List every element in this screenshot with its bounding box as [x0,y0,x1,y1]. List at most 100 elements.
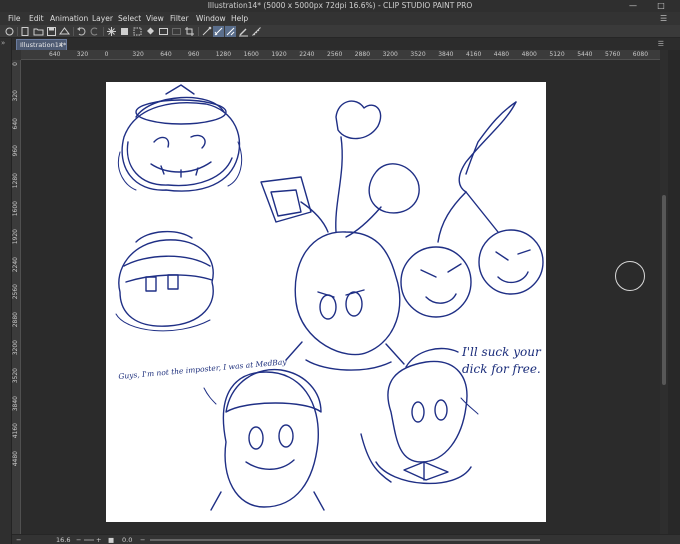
selection-icon[interactable] [158,26,169,37]
ruler-top-label: 2240 [299,51,315,58]
ruler-left-label: 1280 [12,173,19,189]
ruler-top-label: 960 [188,51,200,58]
ruler-left-label: 0 [12,62,19,66]
ruler-top-label: 6080 [632,51,649,58]
ruler-top-label: 3520 [410,51,426,58]
menu-window[interactable]: Window [196,12,226,25]
speech-tick [203,387,217,405]
ruler-top-label: 4480 [493,51,510,58]
expand-chevron-icon[interactable]: » [1,38,5,48]
zoom-value[interactable]: 16.6 [56,535,70,544]
vertical-scrollbar[interactable] [660,50,668,534]
ruler-top-label: 3840 [438,51,454,58]
ruler-top-label: 4800 [521,51,537,58]
undo-icon[interactable] [76,26,87,37]
zoom-slider[interactable] [84,539,94,541]
zoom-down-icon[interactable]: − [76,535,81,544]
ruler-left-label: 3200 [12,340,19,356]
menu-filter[interactable]: Filter [170,12,189,25]
transform-icon[interactable] [132,26,143,37]
ruler-top-label: 3200 [382,51,398,58]
collapsed-palette-strip: » [0,38,12,544]
ruler-top-label: 2560 [327,51,343,58]
ruler-left-label: 4160 [12,423,19,439]
document-tab-row: Illustration14* × ☰ [12,38,680,50]
ruler-top-label: 640 [160,51,172,58]
ruler-left-label: 2240 [12,256,19,272]
menu-layer[interactable]: Layer [92,12,113,25]
rotate-left-icon[interactable]: − [140,535,145,544]
minimize-button[interactable]: — [626,0,640,12]
save-icon[interactable] [46,26,57,37]
open-folder-icon[interactable] [33,26,44,37]
paint-bucket-icon[interactable] [145,26,156,37]
cherry-bomb-sketch [400,101,544,318]
snap-to-special-ruler-icon[interactable] [213,26,224,37]
snap-to-grid-icon[interactable] [225,26,236,37]
zoom-in-icon[interactable]: + [96,535,101,544]
ruler-left-label: 1920 [12,228,19,245]
zoom-out-icon[interactable]: − [16,535,21,544]
menu-bar: File Edit Animation Layer Select View Fi… [0,12,680,25]
menu-file[interactable]: File [8,12,21,25]
ruler-left-label: 320 [12,89,19,102]
menu-select[interactable]: Select [118,12,141,25]
menu-toggle-icon[interactable] [4,26,15,37]
ruler-top-label: 1920 [271,51,287,58]
menu-view[interactable]: View [146,12,164,25]
close-tab-icon[interactable]: × [58,40,64,50]
caption-free: I'll suck your dick for free. [462,345,541,376]
command-bar [0,25,680,38]
ruler-top-label: 2880 [354,51,371,58]
status-bar: − 16.6 − + ■ 0.0 − [12,534,680,544]
vertical-scrollbar-thumb[interactable] [662,195,666,385]
drawing-canvas[interactable]: Guys, I'm not the imposter, I was at Med… [106,82,546,522]
menu-animation[interactable]: Animation [50,12,88,25]
fit-icon[interactable]: ■ [108,535,114,544]
menu-overflow-icon[interactable]: ☰ [660,12,667,25]
pumpkin-sketch [118,84,243,192]
ruler-left-label: 960 [12,145,19,157]
ruler-top-label: 4160 [466,51,482,58]
pen-tool-icon[interactable] [238,26,249,37]
snap-to-ruler-icon[interactable] [201,26,212,37]
plant-sprout-sketch [260,100,420,371]
deselect-icon[interactable] [171,26,182,37]
fill-icon[interactable] [119,26,130,37]
onion-creature-sketch [360,347,472,485]
rotation-slider[interactable] [150,539,540,541]
document-tab[interactable]: Illustration14* × [16,39,67,50]
speech-tick-2 [460,397,479,415]
crop-icon[interactable] [184,26,195,37]
redo-icon[interactable] [89,26,100,37]
sketch-artwork [115,84,544,511]
ruler-top-label: 5760 [605,51,621,58]
ruler-icon[interactable] [251,26,262,37]
export-icon[interactable] [59,26,70,37]
ruler-left-label: 3520 [12,367,19,384]
menu-help[interactable]: Help [231,12,248,25]
bun-creature-sketch [115,231,214,332]
tab-overflow-icon[interactable]: ☰ [658,38,664,50]
ruler-top-label: 5440 [577,51,593,58]
new-file-icon[interactable] [20,26,31,37]
ruler-left-label: 2880 [12,312,19,328]
vertical-ruler: 0 320 640 960 1280 1600 1920 2240 2560 2880 3200 35… [12,60,21,534]
ruler-corner [12,50,21,60]
clear-layer-icon[interactable] [106,26,117,37]
ruler-left-label: 2560 [12,284,19,300]
horizontal-ruler: 640 320 0 320 640 960 1280 1600 1920 2240 2560 2880… [21,50,660,60]
ruler-top-label: 5120 [549,51,565,58]
egg-creature-sketch [210,368,325,511]
ruler-top-label: 1280 [215,51,232,58]
ruler-left-label: 3840 [12,395,19,411]
maximize-button[interactable]: □ [654,0,668,12]
ruler-left-label: 1600 [12,201,19,217]
menu-edit[interactable]: Edit [29,12,44,25]
rotation-value[interactable]: 0.0 [122,535,132,544]
ruler-top-label: 320 [132,51,144,58]
window-title: Illustration14* (5000 x 5000px 72dpi 16.… [207,1,473,10]
ruler-top-label: 640 [49,51,61,58]
title-bar: Illustration14* (5000 x 5000px 72dpi 16.… [0,0,680,12]
right-panel-edge [668,50,680,534]
